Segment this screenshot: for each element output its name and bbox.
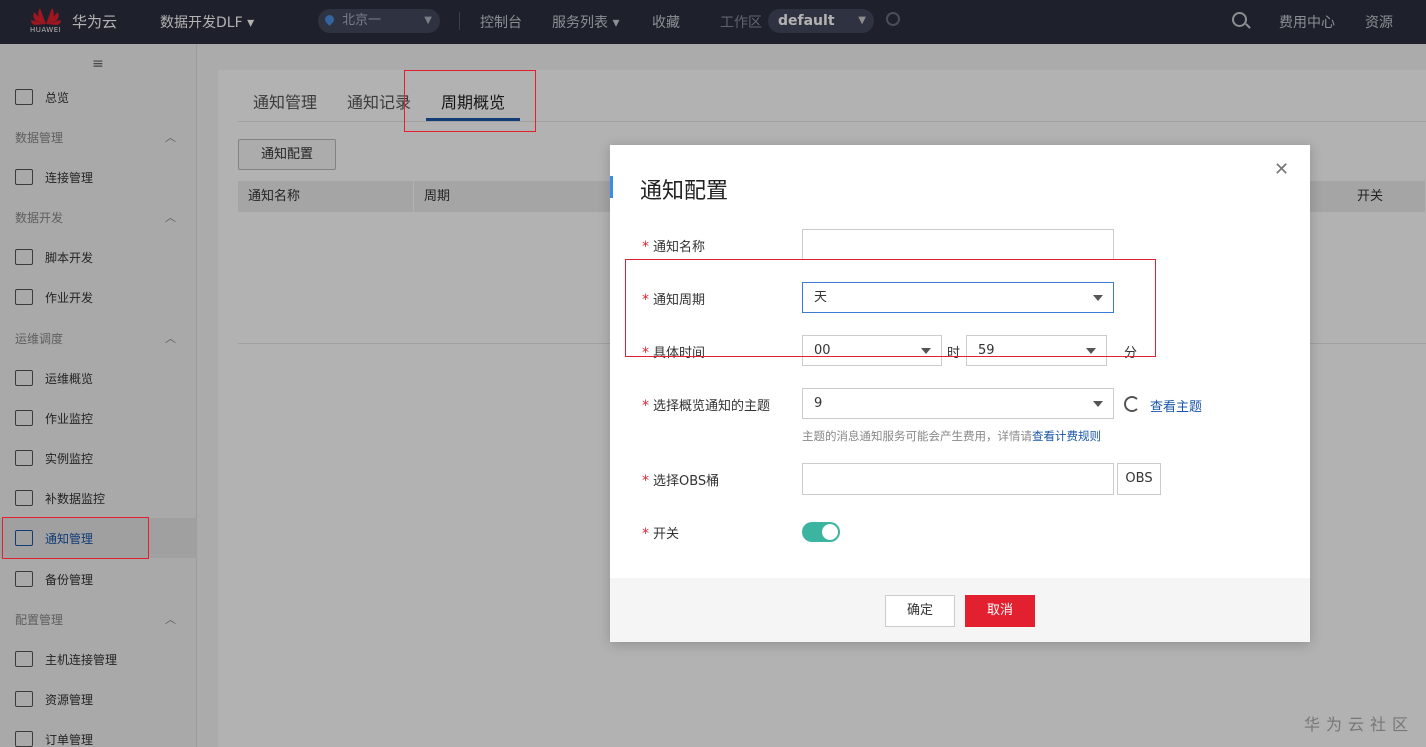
minute-select[interactable]: 59 xyxy=(966,335,1107,366)
notification-config-dialog: 通知配置 ✕ * 通知名称 * 通知周期 天 * 具体时间 00 时 59 分 * 选择… xyxy=(610,145,1310,642)
topic-label: * 选择概览通知的主题 xyxy=(642,398,771,414)
obs-browse-button[interactable]: OBS xyxy=(1117,463,1161,495)
hour-select[interactable]: 00 xyxy=(802,335,942,366)
obs-label: * 选择OBS桶 xyxy=(642,473,720,489)
topic-value: 9 xyxy=(814,396,823,411)
name-label: * 通知名称 xyxy=(642,239,706,255)
close-icon[interactable]: ✕ xyxy=(1274,159,1289,180)
refresh-icon[interactable] xyxy=(1124,396,1140,412)
chevron-down-icon xyxy=(1086,348,1096,354)
obs-bucket-input[interactable] xyxy=(802,463,1114,495)
hour-value: 00 xyxy=(814,343,831,358)
switch-knob xyxy=(821,523,839,541)
dialog-title: 通知配置 xyxy=(640,179,729,204)
title-accent-bar xyxy=(610,176,613,198)
cycle-select[interactable]: 天 xyxy=(802,282,1114,313)
billing-hint: 主题的消息通知服务可能会产生费用，详情请查看计费规则 xyxy=(802,429,1101,443)
time-label: * 具体时间 xyxy=(642,345,706,361)
minute-value: 59 xyxy=(978,343,995,358)
cycle-value: 天 xyxy=(814,290,828,305)
hour-unit: 时 xyxy=(947,346,961,361)
topic-select[interactable]: 9 xyxy=(802,388,1114,419)
minute-unit: 分 xyxy=(1124,346,1138,361)
watermark: 华为云社区 xyxy=(1304,715,1415,734)
chevron-down-icon xyxy=(1093,295,1103,301)
confirm-button[interactable]: 确定 xyxy=(885,595,955,627)
enable-switch[interactable] xyxy=(802,522,840,542)
chevron-down-icon xyxy=(1093,401,1103,407)
notification-name-input[interactable] xyxy=(802,229,1114,260)
dialog-footer: 确定 取消 xyxy=(610,578,1310,642)
switch-label: * 开关 xyxy=(642,526,680,542)
chevron-down-icon xyxy=(921,348,931,354)
view-topic-link[interactable]: 查看主题 xyxy=(1150,396,1202,415)
cancel-button[interactable]: 取消 xyxy=(965,595,1035,627)
billing-rules-link[interactable]: 查看计费规则 xyxy=(1032,429,1101,443)
cycle-label: * 通知周期 xyxy=(642,292,706,308)
